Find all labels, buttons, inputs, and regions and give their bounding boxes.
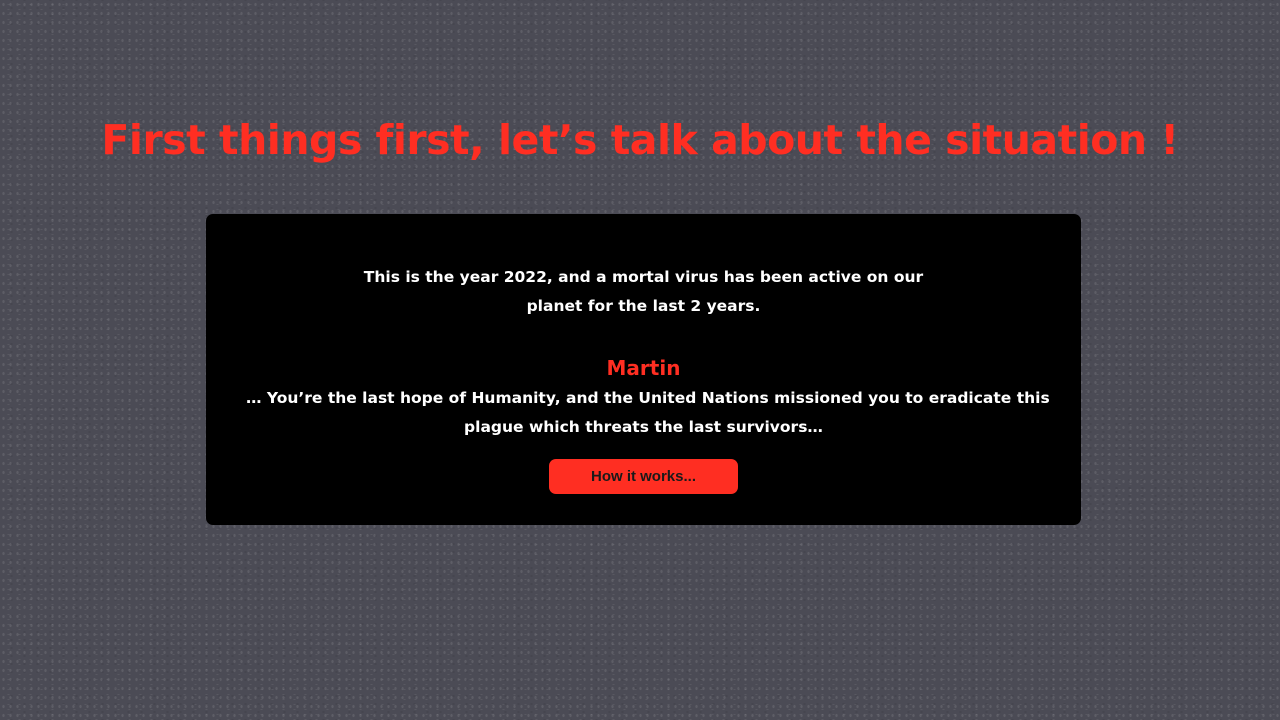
page-headline: First things first, let’s talk about the… <box>101 116 1179 164</box>
mission-line-1: … You’re the last hope of Humanity, and … <box>246 389 1050 407</box>
mission-text: … You’re the last hope of Humanity, and … <box>246 384 1050 442</box>
mission-line-2: plague which threats the last survivors… <box>464 418 823 436</box>
how-it-works-button[interactable]: How it works... <box>549 459 738 494</box>
intro-line-1: This is the year 2022, and a mortal viru… <box>363 268 924 286</box>
intro-line-2: planet for the last 2 years. <box>526 297 761 315</box>
player-name: Martin <box>606 356 681 380</box>
intro-text: This is the year 2022, and a mortal viru… <box>206 263 1081 321</box>
story-panel: This is the year 2022, and a mortal viru… <box>206 214 1081 525</box>
